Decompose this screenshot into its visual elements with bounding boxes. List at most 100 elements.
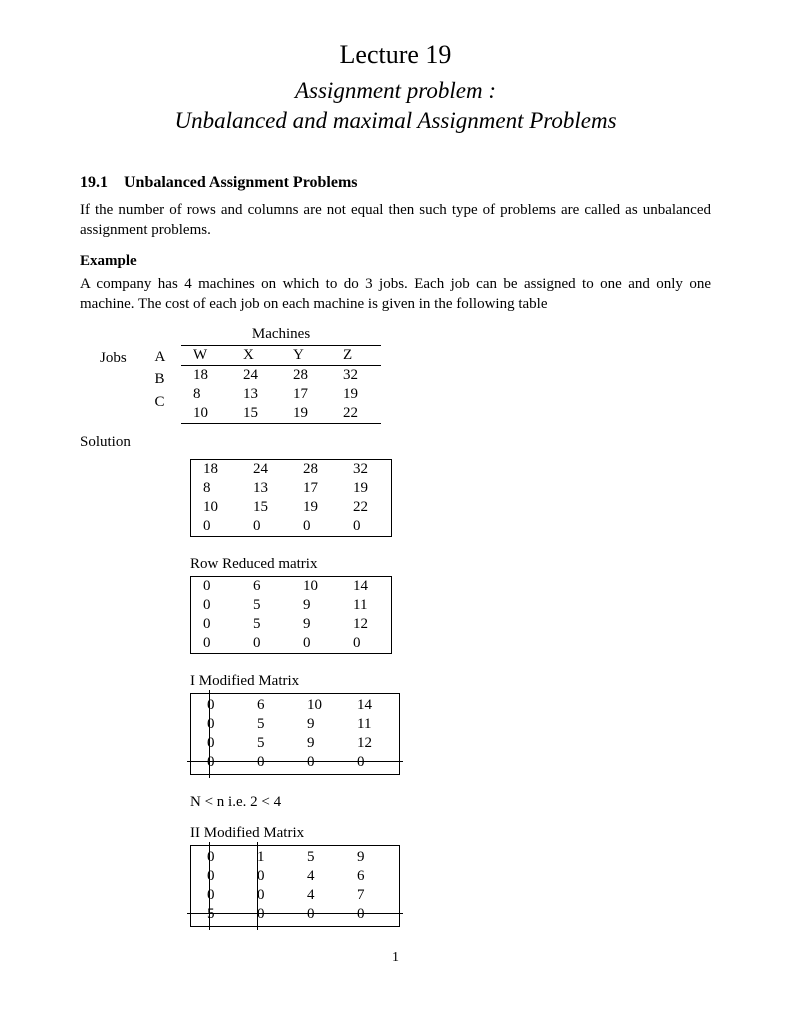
cell: 0: [191, 634, 241, 653]
cell: 15: [241, 498, 291, 517]
cell: 15: [231, 404, 281, 424]
cell: 10: [291, 577, 341, 596]
cell: 19: [281, 404, 331, 424]
cost-table-container: Jobs A B C Machines W X Y Z 18 24 28 32 …: [100, 326, 711, 424]
subtitle-line-1: Assignment problem :: [80, 78, 711, 104]
cell: 9: [291, 596, 341, 615]
cell: 28: [291, 460, 341, 479]
col-z: Z: [331, 346, 381, 366]
cell: 0: [245, 753, 295, 772]
cell: 0: [245, 905, 295, 924]
cell: 14: [345, 696, 395, 715]
job-label-c: C: [150, 391, 169, 413]
cell: 4: [295, 886, 345, 905]
lecture-title: Lecture 19: [80, 40, 711, 70]
cell: 11: [345, 715, 395, 734]
section-title: Unbalanced Assignment Problems: [124, 174, 358, 191]
cell: 5: [295, 848, 345, 867]
cell: 0: [191, 517, 241, 536]
cell: 5: [241, 596, 291, 615]
cell: 13: [231, 385, 281, 404]
cell: 19: [291, 498, 341, 517]
cell: 24: [241, 460, 291, 479]
example-text: A company has 4 machines on which to do …: [80, 274, 711, 315]
cell: 8: [181, 385, 231, 404]
section-header: 19.1 Unbalanced Assignment Problems: [80, 174, 711, 192]
cell: 0: [291, 517, 341, 536]
cell: 32: [331, 366, 381, 386]
job-label-b: B: [150, 368, 169, 390]
cell: 9: [295, 734, 345, 753]
cell: 6: [345, 867, 395, 886]
cell: 18: [191, 460, 241, 479]
cell: 0: [345, 753, 395, 772]
cell: 11: [341, 596, 391, 615]
jobs-label: Jobs: [100, 350, 127, 367]
cell: 0: [241, 517, 291, 536]
row-reduced-label: Row Reduced matrix: [190, 556, 711, 573]
modified-1-label: I Modified Matrix: [190, 673, 711, 690]
cell: 0: [295, 905, 345, 924]
cell: 0: [191, 615, 241, 634]
cell: 18: [181, 366, 231, 386]
matrix-1-section: 18242832 8131719 10151922 0000 Row Reduc…: [190, 459, 711, 932]
cell: 10: [295, 696, 345, 715]
cell: 0: [195, 734, 245, 753]
cell: 0: [195, 715, 245, 734]
job-label-a: A: [150, 346, 169, 368]
col-w: W: [181, 346, 231, 366]
cell: 5: [241, 615, 291, 634]
cell: 10: [191, 498, 241, 517]
machines-label: Machines: [181, 326, 381, 343]
cell: 7: [345, 886, 395, 905]
example-label: Example: [80, 253, 711, 270]
matrix-4: 0159 0046 0047 5000: [190, 845, 400, 927]
cell: 0: [195, 696, 245, 715]
matrix-3: 061014 05911 05912 0000: [190, 693, 400, 775]
cell: 0: [191, 596, 241, 615]
cell: 4: [295, 867, 345, 886]
cell: 0: [341, 634, 391, 653]
page-number: 1: [80, 950, 711, 966]
job-row-labels: A B C: [150, 346, 169, 413]
cell: 9: [295, 715, 345, 734]
cell: 17: [291, 479, 341, 498]
cell: 0: [341, 517, 391, 536]
cell: 5: [245, 734, 295, 753]
cell: 0: [241, 634, 291, 653]
cell: 28: [281, 366, 331, 386]
cell: 17: [281, 385, 331, 404]
cell: 6: [245, 696, 295, 715]
cell: 0: [245, 867, 295, 886]
cell: 0: [195, 848, 245, 867]
cell: 0: [195, 753, 245, 772]
cell: 0: [291, 634, 341, 653]
matrix-2: 061014 05911 05912 0000: [190, 576, 392, 654]
cell: 22: [331, 404, 381, 424]
solution-label: Solution: [80, 434, 711, 451]
col-x: X: [231, 346, 281, 366]
cell: 0: [195, 886, 245, 905]
cell: 9: [345, 848, 395, 867]
cell: 1: [245, 848, 295, 867]
cell: 0: [195, 867, 245, 886]
modified-2-label: II Modified Matrix: [190, 825, 711, 842]
cell: 0: [345, 905, 395, 924]
condition-text: N < n i.e. 2 < 4: [190, 794, 711, 811]
section-number: 19.1: [80, 174, 108, 192]
cell: 14: [341, 577, 391, 596]
cell: 12: [345, 734, 395, 753]
subtitle-line-2: Unbalanced and maximal Assignment Proble…: [80, 108, 711, 134]
cell: 10: [181, 404, 231, 424]
cell: 32: [341, 460, 391, 479]
cell: 19: [331, 385, 381, 404]
cell: 13: [241, 479, 291, 498]
intro-paragraph: If the number of rows and columns are no…: [80, 200, 711, 241]
cell: 5: [245, 715, 295, 734]
col-y: Y: [281, 346, 331, 366]
cell: 5: [195, 905, 245, 924]
cell: 0: [245, 886, 295, 905]
cell: 24: [231, 366, 281, 386]
cell: 12: [341, 615, 391, 634]
cell: 19: [341, 479, 391, 498]
